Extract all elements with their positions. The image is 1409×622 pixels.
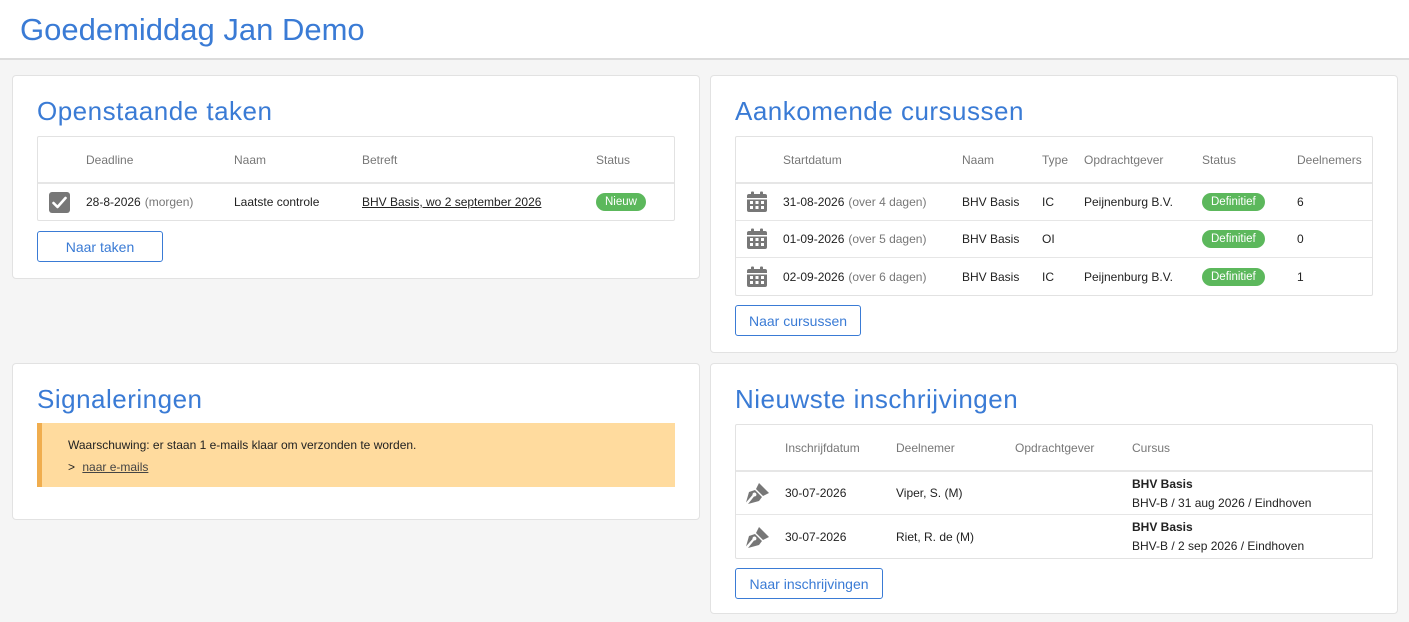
col-name: Naam [234, 152, 267, 167]
warning-text: Waarschuwing: er staan 1 e-mails klaar o… [68, 438, 417, 452]
signals-panel: Signaleringen Waarschuwing: er staan 1 e… [12, 363, 700, 520]
col-client: Opdrachtgever [1015, 440, 1095, 455]
course-name: BHV Basis [962, 195, 1020, 209]
course-detail: BHV-B / 2 sep 2026 / Eindhoven [1132, 539, 1305, 553]
course-title: BHV Basis [1132, 476, 1193, 491]
table-row[interactable]: 30-07-2026 Riet, R. de (M) BHV Basis BHV… [736, 515, 1372, 558]
course-startdate: 02-09-2026 (over 6 dagen) [783, 258, 926, 295]
task-deadline-date: 28-8-2026 [86, 195, 141, 209]
course-name: BHV Basis [962, 232, 1020, 246]
registrations-table: Inschrijfdatum Deelnemer Opdrachtgever C… [735, 424, 1373, 559]
calendar-icon [746, 221, 768, 257]
courses-header-row: Startdatum Naam Type Opdrachtgever Statu… [736, 137, 1372, 184]
col-name: Naam [962, 152, 995, 167]
course-date: 02-09-2026 [783, 269, 845, 284]
task-status-cell: Nieuw [596, 184, 646, 220]
course-type: IC [1042, 195, 1054, 209]
course-client: Peijnenburg B.V. [1084, 269, 1173, 284]
course-status-cell: Definitief [1202, 184, 1265, 220]
registration-participant: Viper, S. (M) [896, 486, 963, 500]
to-courses-button[interactable]: Naar cursussen [735, 305, 861, 336]
registrations-header-row: Inschrijfdatum Deelnemer Opdrachtgever C… [736, 425, 1372, 472]
tasks-table: Deadline Naam Betreft Status 28-8-2026 (… [37, 136, 675, 221]
col-registration-date: Inschrijfdatum [785, 440, 860, 455]
registration-participant: Riet, R. de (M) [896, 529, 975, 544]
table-row[interactable]: 02-09-2026 (over 6 dagen) BHV Basis IC P… [736, 258, 1372, 295]
course-name: BHV Basis [962, 269, 1020, 284]
top-bar: Goedemiddag Jan Demo [0, 0, 1409, 60]
col-deadline: Deadline [86, 152, 134, 167]
status-badge: Definitief [1202, 230, 1265, 248]
col-subject: Betreft [362, 152, 398, 167]
registration-date: 30-07-2026 [785, 486, 847, 500]
registration-course: BHV Basis BHV-B / 31 aug 2026 / Eindhove… [1132, 472, 1311, 514]
task-name: Laatste controle [234, 195, 320, 209]
to-emails-link[interactable]: naar e-mails [82, 460, 148, 474]
course-status-cell: Definitief [1202, 258, 1265, 295]
signals-title: Signaleringen [37, 384, 203, 414]
course-startdate: 01-09-2026 (over 5 dagen) [783, 221, 926, 257]
status-badge: Definitief [1202, 193, 1265, 211]
course-date: 01-09-2026 [783, 232, 845, 246]
course-participants: 6 [1297, 195, 1304, 209]
col-course: Cursus [1132, 440, 1171, 455]
open-tasks-title: Openstaande taken [37, 96, 273, 126]
task-deadline: 28-8-2026 (morgen) [86, 184, 193, 220]
course-type: OI [1042, 232, 1055, 246]
task-subject-link[interactable]: BHV Basis, wo 2 september 2026 [362, 195, 541, 209]
latest-registrations-title: Nieuwste inschrijvingen [735, 384, 1019, 414]
to-registrations-button[interactable]: Naar inschrijvingen [735, 568, 883, 599]
table-row[interactable]: 31-08-2026 (over 4 dagen) BHV Basis IC P… [736, 184, 1372, 221]
to-tasks-button[interactable]: Naar taken [37, 231, 163, 262]
table-row[interactable]: 30-07-2026 Viper, S. (M) BHV Basis BHV-B… [736, 472, 1372, 515]
task-checkbox[interactable] [49, 184, 70, 220]
course-type: IC [1042, 269, 1054, 284]
task-deadline-relative: (morgen) [144, 195, 194, 209]
pen-nib-icon [745, 472, 771, 514]
calendar-icon [746, 184, 768, 220]
status-badge: Nieuw [596, 193, 646, 211]
page-title: Goedemiddag Jan Demo [20, 12, 365, 47]
table-row[interactable]: 01-09-2026 (over 5 dagen) BHV Basis OI D… [736, 221, 1372, 258]
col-participant: Deelnemer [896, 440, 955, 455]
calendar-icon [746, 258, 768, 295]
registration-date: 30-07-2026 [785, 529, 847, 544]
course-title: BHV Basis [1132, 520, 1193, 534]
registration-course: BHV Basis BHV-B / 2 sep 2026 / Eindhoven [1132, 515, 1304, 558]
course-participants: 0 [1297, 232, 1304, 246]
col-status: Status [1202, 152, 1237, 167]
course-date: 31-08-2026 [783, 195, 845, 209]
course-startdate: 31-08-2026 (over 4 dagen) [783, 184, 926, 220]
course-participants: 1 [1297, 269, 1304, 284]
warning-link-line: > naar e-mails [68, 460, 148, 474]
pen-nib-icon [745, 515, 771, 558]
col-startdate: Startdatum [783, 152, 842, 167]
courses-table: Startdatum Naam Type Opdrachtgever Statu… [735, 136, 1373, 296]
course-client: Peijnenburg B.V. [1084, 195, 1173, 209]
tasks-header-row: Deadline Naam Betreft Status [38, 137, 674, 184]
latest-registrations-panel: Nieuwste inschrijvingen Inschrijfdatum D… [710, 363, 1398, 614]
course-status-cell: Definitief [1202, 221, 1265, 257]
checkmark-icon [49, 191, 70, 213]
task-subject-cell: BHV Basis, wo 2 september 2026 [362, 184, 541, 220]
upcoming-courses-panel: Aankomende cursussen Startdatum Naam Typ… [710, 75, 1398, 353]
col-participants: Deelnemers [1297, 152, 1362, 167]
col-client: Opdrachtgever [1084, 152, 1164, 167]
link-prefix: > [68, 460, 76, 474]
warning-alert: Waarschuwing: er staan 1 e-mails klaar o… [37, 423, 675, 487]
course-relative: (over 4 dagen) [848, 195, 927, 209]
col-status: Status [596, 152, 631, 167]
table-row[interactable]: 28-8-2026 (morgen) Laatste controle BHV … [38, 184, 674, 220]
upcoming-courses-title: Aankomende cursussen [735, 96, 1024, 126]
course-relative: (over 6 dagen) [848, 269, 927, 284]
col-type: Type [1042, 152, 1069, 167]
open-tasks-panel: Openstaande taken Deadline Naam Betreft … [12, 75, 700, 279]
course-relative: (over 5 dagen) [848, 232, 927, 246]
status-badge: Definitief [1202, 267, 1265, 286]
course-detail: BHV-B / 31 aug 2026 / Eindhoven [1132, 495, 1312, 510]
